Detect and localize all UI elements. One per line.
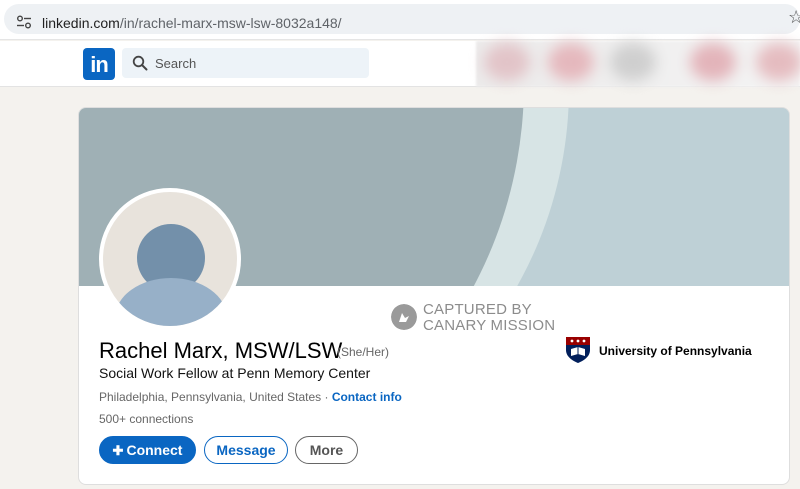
linkedin-global-nav: in xyxy=(0,41,800,87)
profile-card: CAPTURED BY CANARY MISSION Rachel Marx, … xyxy=(78,107,790,485)
connect-button[interactable]: ✚ Connect xyxy=(99,436,196,464)
search-input[interactable] xyxy=(155,48,360,78)
site-info-icon[interactable] xyxy=(16,15,32,29)
education-name: University of Pennsylvania xyxy=(599,344,752,358)
profile-name: Rachel Marx, MSW/LSW xyxy=(99,338,343,363)
profile-pronouns: (She/Her) xyxy=(337,345,390,359)
connections-label: connections xyxy=(126,412,194,426)
contact-info-link[interactable]: Contact info xyxy=(332,390,402,404)
watermark-line-1: CAPTURED BY xyxy=(423,301,532,318)
watermark-text: CAPTURED BY CANARY MISSION xyxy=(423,302,555,334)
banner-strip xyxy=(569,108,789,286)
blurred-nav-icons xyxy=(476,41,800,87)
add-person-icon: ✚ xyxy=(112,443,124,458)
connections-number: 500+ xyxy=(99,412,127,426)
url-path: /in/rachel-marx-msw-lsw-8032a148/ xyxy=(119,15,342,31)
avatar-placeholder-body xyxy=(115,278,227,326)
blurred-nav-icon xyxy=(756,43,800,81)
profile-location-line: Philadelphia, Pennsylvania, United State… xyxy=(99,390,402,404)
connections-count[interactable]: 500+ connections xyxy=(99,412,193,426)
browser-address-bar: linkedin.com/in/rachel-marx-msw-lsw-8032… xyxy=(0,0,800,40)
url-text[interactable]: linkedin.com/in/rachel-marx-msw-lsw-8032… xyxy=(42,15,342,31)
blurred-nav-icon xyxy=(484,43,530,81)
search-box[interactable] xyxy=(122,48,369,78)
profile-headline: Social Work Fellow at Penn Memory Center xyxy=(99,365,371,381)
linkedin-logo[interactable]: in xyxy=(83,48,115,80)
connect-label: Connect xyxy=(126,442,183,458)
more-button[interactable]: More xyxy=(295,436,358,464)
blurred-nav-icon xyxy=(610,43,656,81)
url-host: linkedin.com xyxy=(42,15,120,31)
watermark-line-2: CANARY MISSION xyxy=(423,317,556,334)
location-separator: · xyxy=(321,390,332,404)
url-field[interactable]: linkedin.com/in/rachel-marx-msw-lsw-8032… xyxy=(4,4,800,34)
canary-bird-icon xyxy=(391,304,417,330)
bookmark-star-icon[interactable]: ☆ xyxy=(788,8,800,26)
penn-shield-icon xyxy=(566,337,590,363)
blurred-nav-icon xyxy=(690,43,736,81)
profile-location: Philadelphia, Pennsylvania, United State… xyxy=(99,390,322,404)
message-button[interactable]: Message xyxy=(204,436,288,464)
blurred-nav-icon xyxy=(548,43,594,81)
search-icon xyxy=(132,55,148,71)
avatar[interactable] xyxy=(99,188,241,330)
